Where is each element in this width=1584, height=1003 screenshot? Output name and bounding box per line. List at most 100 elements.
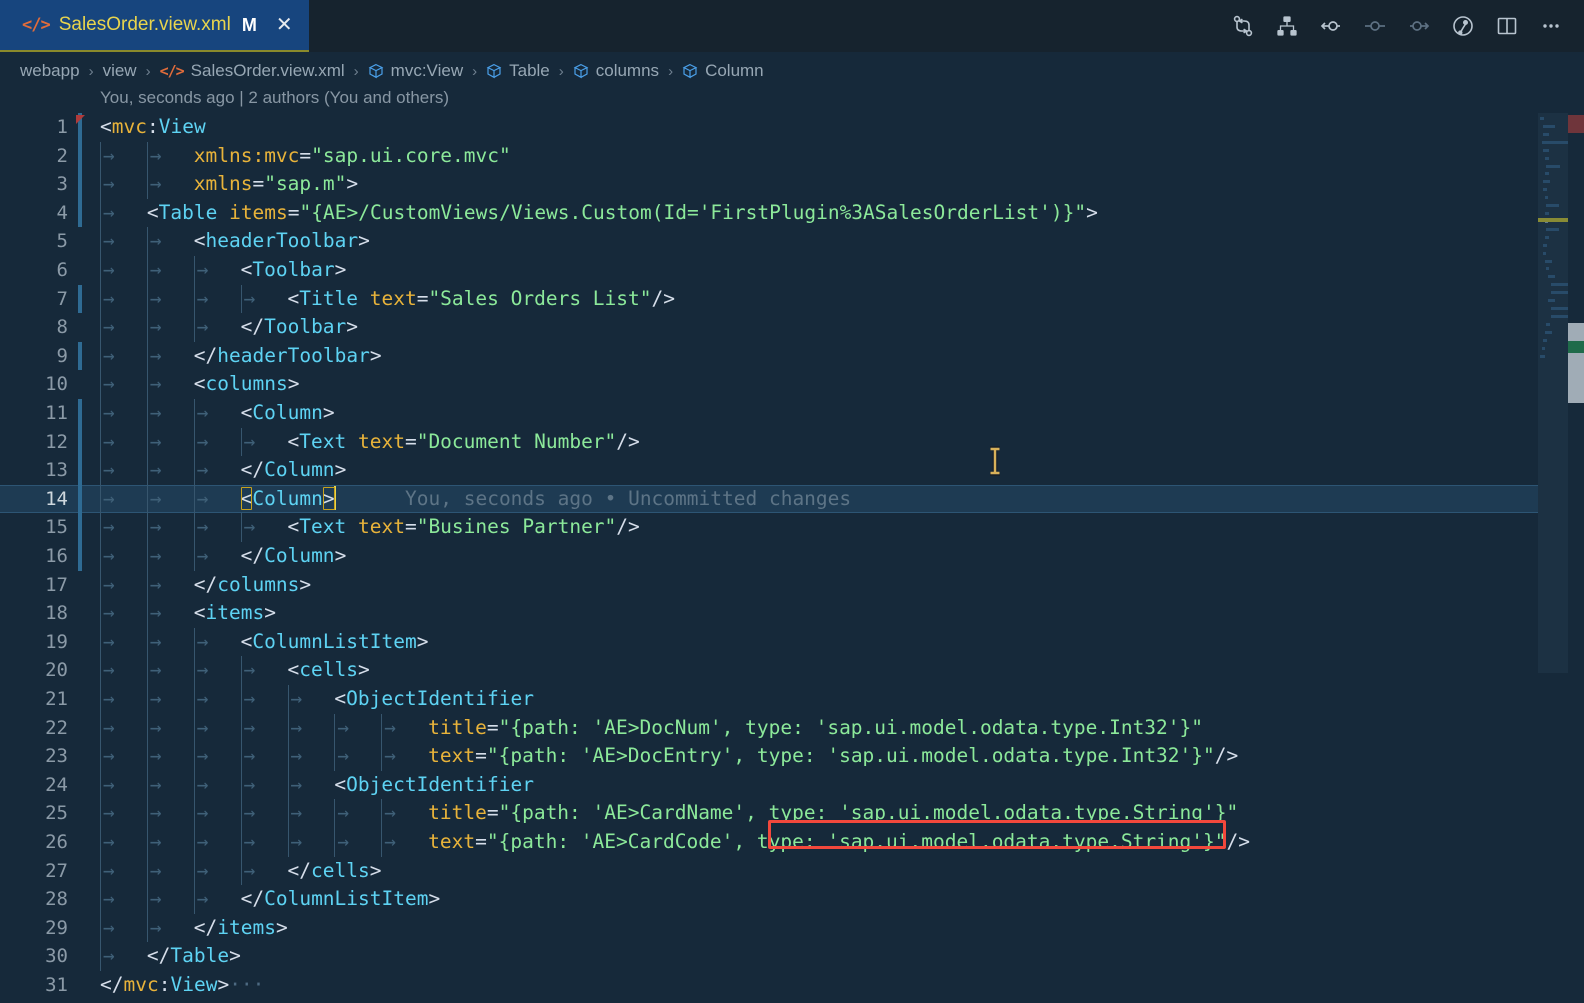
breadcrumb-item-columns[interactable]: columns (573, 61, 659, 81)
whitespace-tab-arrow: → (103, 485, 115, 514)
code-line[interactable]: 20→→→→<cells> (0, 656, 1584, 685)
token-eq: = (405, 515, 417, 538)
code-line[interactable]: 16→→→</Column> (0, 542, 1584, 571)
code-line[interactable]: 12→→→→<Text text="Document Number"/> (0, 428, 1584, 457)
token-punct: > (1086, 201, 1098, 224)
source-control-icon[interactable] (1226, 9, 1260, 43)
breadcrumb-item-table[interactable]: Table (486, 61, 550, 81)
whitespace-tab-arrow: → (197, 399, 209, 428)
overview-ruler[interactable] (1568, 113, 1584, 1003)
code-line[interactable]: 23→→→→→→→text="{path: 'AE>DocEntry', typ… (0, 742, 1584, 771)
code-line[interactable]: 11→→→<Column> (0, 399, 1584, 428)
code-line[interactable]: 18→→<items> (0, 599, 1584, 628)
gutter-modified-indicator (78, 428, 82, 457)
breadcrumb-item-column[interactable]: Column (682, 61, 764, 81)
minimap-slider[interactable] (1538, 113, 1568, 673)
code-line[interactable]: 13→→→</Column> (0, 456, 1584, 485)
token-attr: title (428, 716, 487, 739)
token-punct: > (276, 916, 288, 939)
editor-tab-salesorder-view-xml[interactable]: </> SalesOrder.view.xml M ✕ (0, 0, 309, 52)
code-line[interactable]: 15→→→→<Text text="Busines Partner"/> (0, 513, 1584, 542)
code-line[interactable]: 6→→→<Toolbar> (0, 256, 1584, 285)
token-punct: < (334, 773, 346, 796)
token-eq: = (417, 287, 429, 310)
code-line[interactable]: 27→→→→</cells> (0, 857, 1584, 886)
code-line[interactable]: 22→→→→→→→title="{path: 'AE>DocNum', type… (0, 714, 1584, 743)
code-line[interactable]: 10→→<columns> (0, 370, 1584, 399)
code-line[interactable]: 17→→</columns> (0, 571, 1584, 600)
breadcrumb-item-label: view (103, 61, 137, 81)
code-line[interactable]: 25→→→→→→→title="{path: 'AE>CardName', ty… (0, 799, 1584, 828)
code-line[interactable]: 4→<Table items="{AE>/CustomViews/Views.C… (0, 199, 1584, 228)
line-number: 17 (0, 571, 68, 600)
code-line[interactable]: 2→→xmlns:mvc="sap.ui.core.mvc" (0, 142, 1584, 171)
whitespace-tab-arrow: → (103, 714, 115, 743)
token-eq: = (487, 716, 499, 739)
whitespace-tab-arrow: → (150, 142, 162, 171)
code-line[interactable]: 29→→</items> (0, 914, 1584, 943)
code-line[interactable]: 5→→<headerToolbar> (0, 227, 1584, 256)
code-line[interactable]: 3→→xmlns="sap.m"> (0, 170, 1584, 199)
code-line[interactable]: 28→→→</ColumnListItem> (0, 885, 1584, 914)
whitespace-tab-arrow: → (337, 828, 349, 857)
whitespace-tab-arrow: → (150, 771, 162, 800)
breadcrumb-item-view[interactable]: view (103, 61, 137, 81)
breadcrumb-separator: › (550, 63, 573, 80)
code-line[interactable]: 8→→→</Toolbar> (0, 313, 1584, 342)
no-change-icon[interactable] (1358, 9, 1392, 43)
code-line[interactable]: 1<mvc:View (0, 113, 1584, 142)
whitespace-tab-arrow: → (197, 799, 209, 828)
split-editor-icon[interactable] (1490, 9, 1524, 43)
tab-modified-badge: M (242, 15, 257, 36)
close-icon[interactable]: ✕ (276, 15, 293, 35)
code-line[interactable]: 24→→→→→<ObjectIdentifier (0, 771, 1584, 800)
code-line[interactable]: 21→→→→→<ObjectIdentifier (0, 685, 1584, 714)
previous-change-icon[interactable] (1314, 9, 1348, 43)
token-plain (346, 515, 358, 538)
whitespace-tab-arrow: → (197, 285, 209, 314)
whitespace-tab-arrow: → (337, 742, 349, 771)
code-line[interactable]: 19→→→<ColumnListItem> (0, 628, 1584, 657)
token-attr: text (428, 744, 475, 767)
code-line-content: </Column> (241, 456, 347, 485)
next-change-icon[interactable] (1402, 9, 1436, 43)
breadcrumb-item-label: SalesOrder.view.xml (191, 61, 345, 81)
vertical-scrollbar-thumb[interactable] (1568, 323, 1584, 403)
token-tag: Table (170, 944, 229, 967)
whitespace-tab-arrow: → (197, 771, 209, 800)
breadcrumb-item-label: mvc:View (391, 61, 463, 81)
whitespace-tab-arrow: → (103, 285, 115, 314)
code-line[interactable]: 9→→</headerToolbar> (0, 342, 1584, 371)
outline-hierarchy-icon[interactable] (1270, 9, 1304, 43)
code-lines-container: 1<mvc:View2→→xmlns:mvc="sap.ui.core.mvc"… (0, 113, 1584, 1003)
code-line[interactable]: 30→</Table> (0, 942, 1584, 971)
token-tagns: mvc (123, 973, 158, 996)
code-line-content: <columns> (194, 370, 300, 399)
code-line[interactable]: 14→→→<Column> You, seconds ago • Uncommi… (0, 485, 1584, 514)
whitespace-tab-arrow: → (150, 742, 162, 771)
code-line[interactable]: 26→→→→→→→text="{path: 'AE>CardCode', typ… (0, 828, 1584, 857)
folding-marker-icon[interactable] (76, 115, 85, 124)
token-punct: /> (652, 287, 675, 310)
code-line[interactable]: 31</mvc:View>··· (0, 971, 1584, 1000)
breadcrumb-item-webapp[interactable]: webapp (20, 61, 80, 81)
token-punct: /> (1215, 744, 1238, 767)
token-punct: < (100, 115, 112, 138)
code-line[interactable]: 7→→→→<Title text="Sales Orders List"/> (0, 285, 1584, 314)
breadcrumb-separator: › (137, 63, 160, 80)
more-actions-icon[interactable] (1534, 9, 1568, 43)
token-punct: < (288, 430, 300, 453)
whitespace-tab-arrow: → (197, 857, 209, 886)
token-tag: ObjectIdentifier (346, 773, 534, 796)
whitespace-tab-arrow: → (103, 256, 115, 285)
whitespace-tab-arrow: → (150, 256, 162, 285)
run-debug-icon[interactable] (1446, 9, 1480, 43)
whitespace-tab-arrow: → (150, 542, 162, 571)
whitespace-tab-arrow: → (197, 714, 209, 743)
breadcrumb-item-salesorder-view-xml[interactable]: </>SalesOrder.view.xml (160, 61, 345, 81)
gutter-modified-indicator (78, 285, 82, 314)
code-editor-area[interactable]: 1<mvc:View2→→xmlns:mvc="sap.ui.core.mvc"… (0, 113, 1584, 1003)
token-punct: > (370, 859, 382, 882)
breadcrumb-item-mvc-view[interactable]: mvc:View (368, 61, 463, 81)
gutter-modified-indicator (78, 142, 82, 171)
